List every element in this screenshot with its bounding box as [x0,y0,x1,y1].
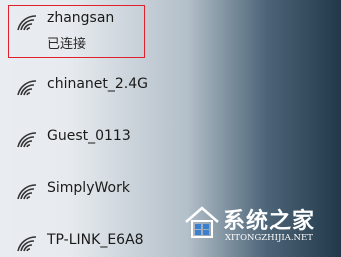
network-ssid: TP-LINK_E6A8 [47,232,144,248]
network-ssid: Guest_0113 [47,128,131,144]
wifi-network-list: zhangsan 已连接 chinanet_2.4G Guest_0113 Si… [0,0,341,257]
network-ssid: zhangsan [47,10,115,26]
wifi-signal-icon [16,235,38,253]
watermark: 系统之家 XITONGZHIJIA.NET [183,199,333,251]
network-status: 已连接 [47,37,87,52]
house-logo-icon [183,203,221,241]
network-ssid: chinanet_2.4G [47,76,149,92]
wifi-signal-icon [16,183,38,201]
network-item-zhangsan[interactable]: zhangsan 已连接 [0,2,341,58]
watermark-title: 系统之家 [223,208,316,234]
network-item-guest[interactable]: Guest_0113 [0,114,341,164]
watermark-url: XITONGZHIJIA.NET [225,233,313,243]
wifi-signal-icon [16,131,38,149]
wifi-signal-icon [16,79,38,97]
network-item-chinanet[interactable]: chinanet_2.4G [0,62,341,112]
network-ssid: SimplyWork [47,180,130,196]
wifi-signal-icon [16,14,38,32]
